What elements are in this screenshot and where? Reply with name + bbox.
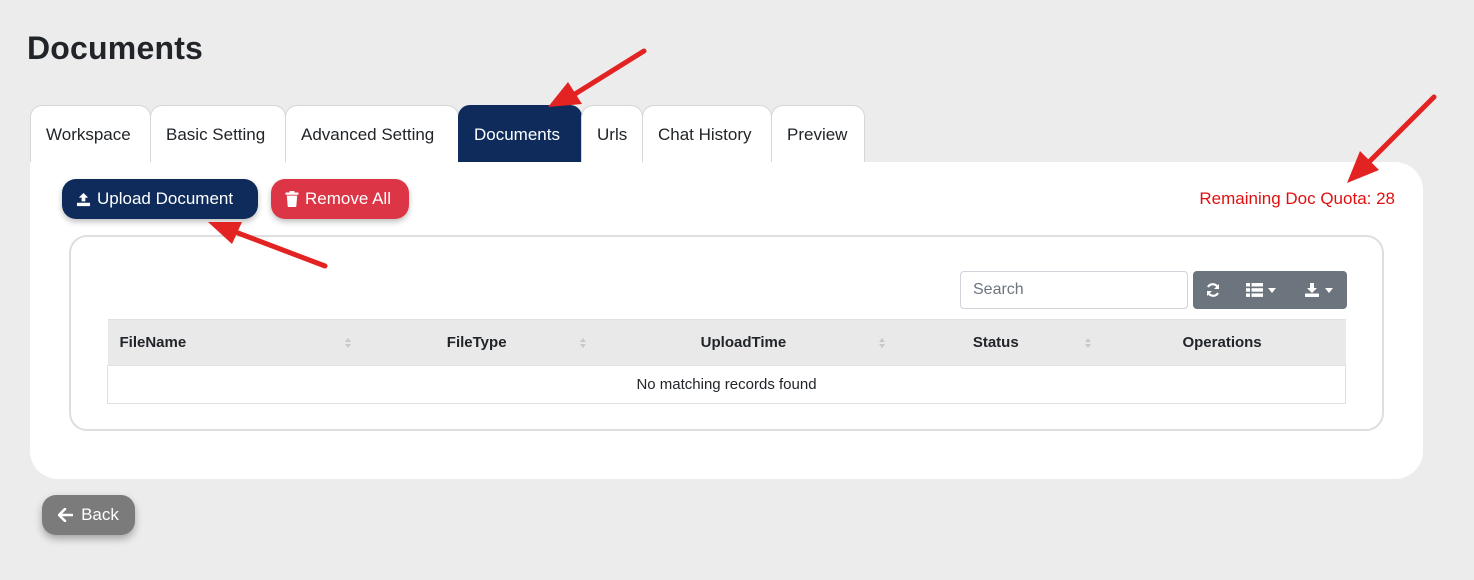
tab-bar: Workspace Basic Setting Advanced Setting… <box>30 105 865 163</box>
columns-button[interactable] <box>1233 271 1289 309</box>
column-header-status[interactable]: Status <box>892 319 1099 366</box>
tab-advanced-setting[interactable]: Advanced Setting <box>285 105 459 163</box>
back-label: Back <box>81 505 119 524</box>
back-button[interactable]: Back <box>42 495 135 535</box>
chevron-down-icon <box>1268 287 1276 293</box>
arrow-left-icon <box>58 508 74 522</box>
remove-all-label: Remove All <box>305 189 391 208</box>
tab-workspace[interactable]: Workspace <box>30 105 151 163</box>
tab-label: Preview <box>787 124 848 144</box>
remove-all-button[interactable]: Remove All <box>271 179 409 219</box>
column-header-label: Operations <box>1182 334 1262 351</box>
table-header-row: FileName FileType UploadTime Status Oper… <box>107 319 1346 366</box>
refresh-button[interactable] <box>1193 271 1233 309</box>
search-input[interactable] <box>960 271 1188 309</box>
documents-card: Upload Document Remove All Remaining Doc… <box>30 162 1423 479</box>
tab-basic-setting[interactable]: Basic Setting <box>150 105 286 163</box>
column-header-label: FileType <box>446 334 507 351</box>
column-header-label: Status <box>972 334 1019 351</box>
page-title: Documents <box>27 30 204 66</box>
doc-quota-text: Remaining Doc Quota: 28 <box>1199 189 1395 208</box>
sort-icon <box>345 337 352 348</box>
upload-document-button[interactable]: Upload Document <box>62 179 258 219</box>
column-header-label: FileName <box>119 334 187 351</box>
tab-label: Urls <box>597 124 628 144</box>
tab-urls[interactable]: Urls <box>581 105 643 163</box>
documents-table-panel: FileName FileType UploadTime Status Oper… <box>69 235 1384 431</box>
refresh-icon <box>1206 283 1220 297</box>
tab-documents[interactable]: Documents <box>458 105 582 163</box>
tab-label: Documents <box>474 124 560 144</box>
column-header-label: UploadTime <box>700 334 787 351</box>
column-header-filetype[interactable]: FileType <box>359 319 595 366</box>
chevron-down-icon <box>1324 287 1333 293</box>
tab-label: Advanced Setting <box>301 124 435 144</box>
column-header-filename[interactable]: FileName <box>107 319 360 366</box>
documents-table: FileName FileType UploadTime Status Oper… <box>107 319 1346 404</box>
empty-message: No matching records found <box>107 365 1346 404</box>
tab-label: Chat History <box>658 124 752 144</box>
table-toolbar <box>1193 271 1347 309</box>
tab-chat-history[interactable]: Chat History <box>642 105 772 163</box>
columns-icon <box>1246 283 1263 297</box>
sort-icon <box>1084 337 1091 348</box>
tab-label: Basic Setting <box>166 124 266 144</box>
tab-preview[interactable]: Preview <box>771 105 865 163</box>
table-row: No matching records found <box>107 365 1346 404</box>
sort-icon <box>878 337 885 348</box>
column-header-uploadtime[interactable]: UploadTime <box>594 319 893 366</box>
export-button[interactable] <box>1289 271 1347 309</box>
sort-icon <box>580 337 587 348</box>
annotation-arrow-icon <box>548 48 647 107</box>
upload-icon <box>76 192 91 206</box>
column-header-operations: Operations <box>1098 319 1346 366</box>
tab-label: Workspace <box>46 124 131 144</box>
upload-document-label: Upload Document <box>97 189 234 208</box>
export-icon <box>1304 283 1319 297</box>
trash-icon <box>285 191 299 207</box>
